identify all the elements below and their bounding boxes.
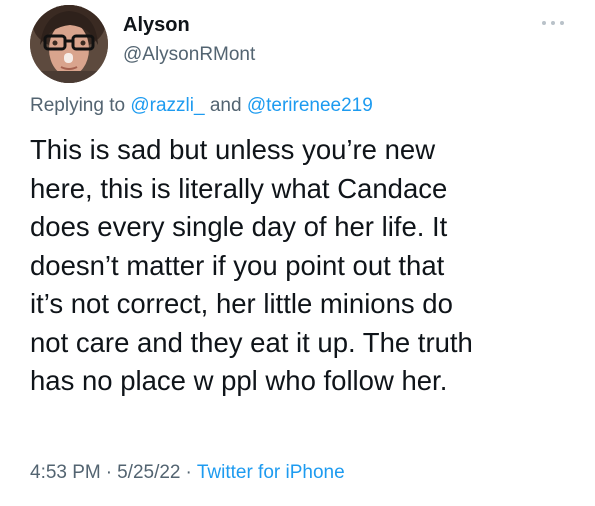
author-name[interactable]: Alyson [123, 14, 190, 37]
tweet: Alyson @AlysonRMont Replying to @razzli_… [0, 0, 595, 506]
meta-separator: · [185, 462, 192, 483]
tweet-line: here, this is literally what Candace [30, 172, 448, 204]
tweet-time[interactable]: 4:53 PM [30, 462, 101, 483]
avatar[interactable] [30, 5, 108, 83]
meta-separator: · [105, 462, 113, 483]
replying-to: Replying to @razzli_ and @terirenee219 [30, 95, 373, 117]
mention-link-razzli[interactable]: @razzli_ [130, 95, 204, 116]
replying-to-joiner: and [209, 95, 242, 116]
more-horizontal-icon[interactable] [540, 16, 566, 28]
tweet-text: This is sad but unless you’re new here, … [30, 131, 575, 401]
tweet-line: doesn’t matter if you point out that [30, 249, 445, 281]
tweet-source-link[interactable]: Twitter for iPhone [197, 462, 345, 483]
tweet-meta: 4:53 PM · 5/25/22 · Twitter for iPhone [30, 462, 345, 484]
tweet-line: has no place w ppl who follow her. [30, 365, 448, 396]
tweet-line: not care and they eat it up. The truth [30, 326, 473, 358]
tweet-line: does every single day of her life. It [30, 211, 448, 242]
tweet-line: This is sad but unless you’re new [30, 134, 436, 165]
author-handle[interactable]: @AlysonRMont [123, 44, 255, 66]
mention-link-terirenee[interactable]: @terirenee219 [247, 95, 373, 116]
tweet-line: it’s not correct, her little minions do [30, 288, 453, 319]
tweet-date[interactable]: 5/25/22 [117, 462, 180, 483]
replying-to-label: Replying to [30, 95, 126, 116]
avatar-photo [30, 5, 108, 83]
